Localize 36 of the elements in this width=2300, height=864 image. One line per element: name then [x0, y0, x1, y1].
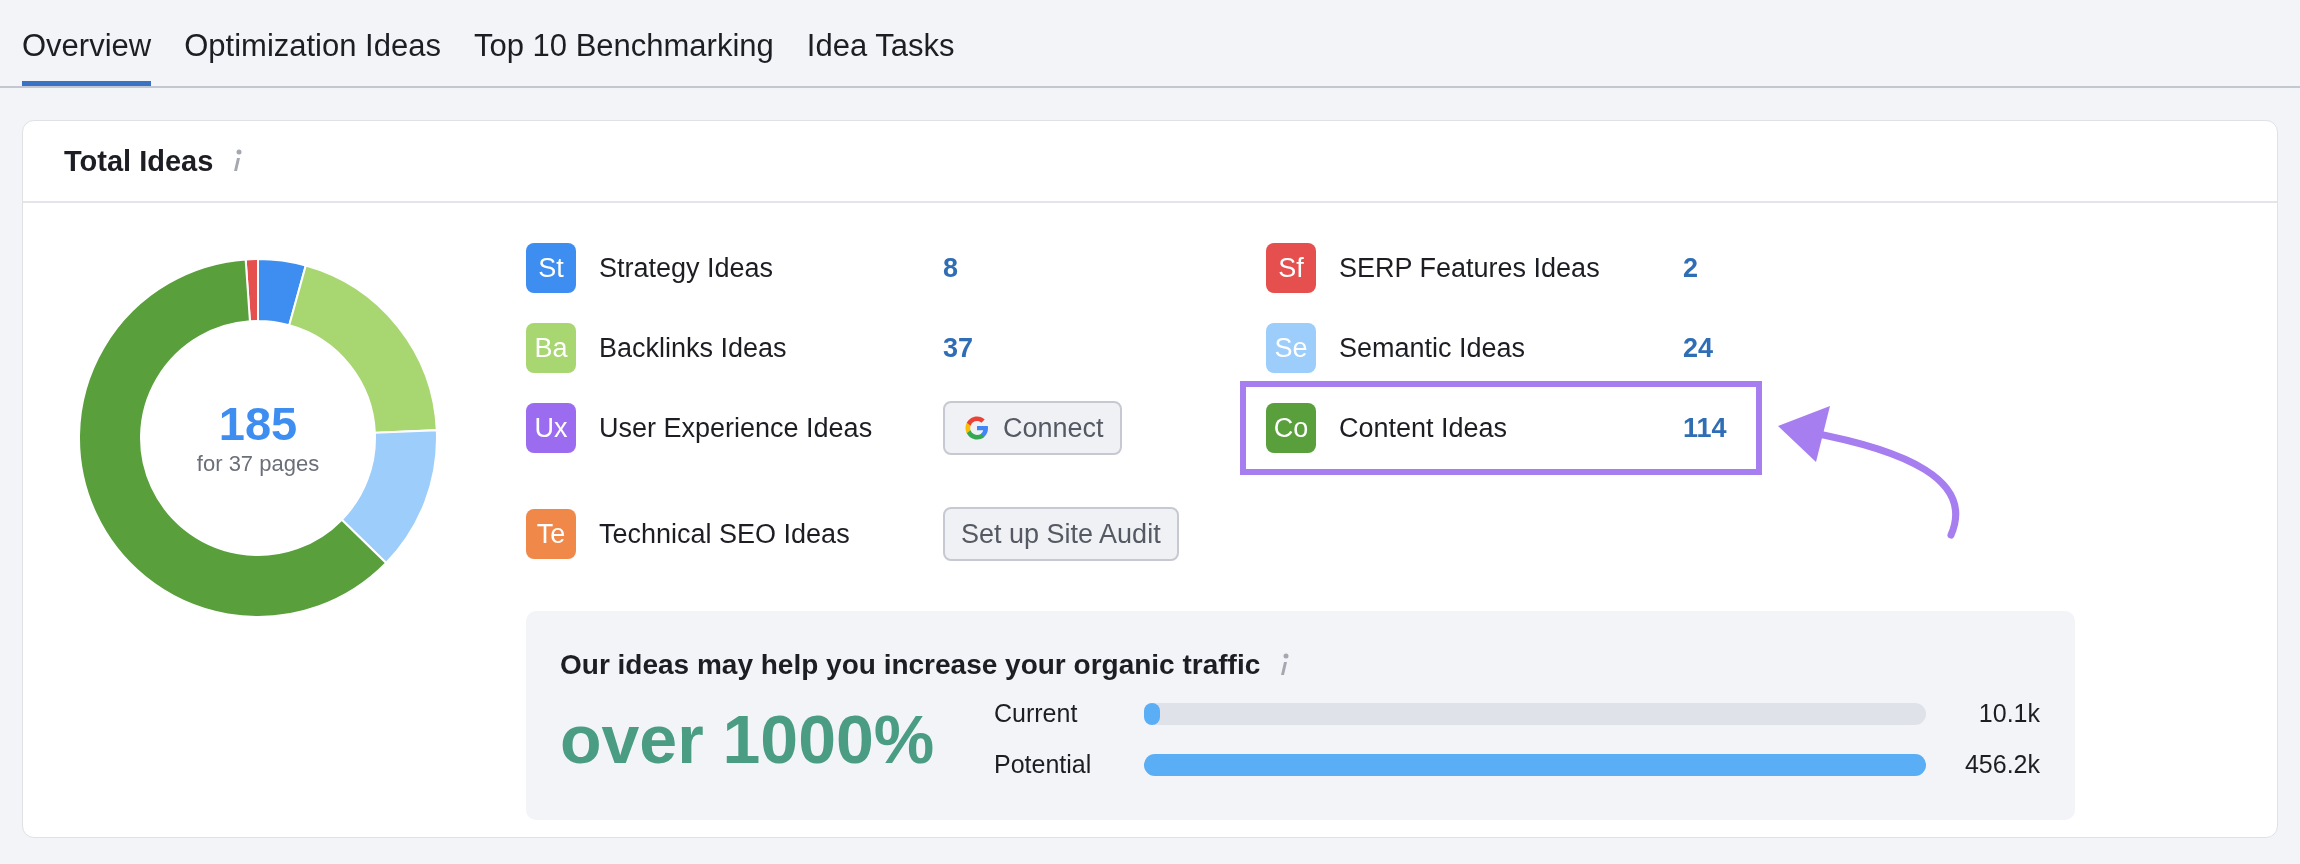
- idea-label[interactable]: Content Ideas: [1339, 412, 1683, 444]
- idea-count[interactable]: 2: [1683, 252, 1699, 284]
- idea-count[interactable]: 24: [1683, 332, 1714, 364]
- card-title: Total Ideas: [64, 144, 214, 178]
- idea-label[interactable]: SERP Features Ideas: [1339, 252, 1683, 284]
- idea-badge: Co: [1266, 403, 1316, 453]
- idea-label[interactable]: User Experience Ideas: [599, 412, 943, 444]
- idea-count[interactable]: 8: [943, 252, 959, 284]
- traffic-title: Our ideas may help you increase your organic traffic: [560, 649, 1261, 681]
- idea-count[interactable]: 37: [943, 332, 974, 364]
- tab[interactable]: Idea Tasks: [806, 0, 955, 86]
- bar-reading: 10.1k: [1977, 699, 2040, 728]
- idea-label[interactable]: Strategy Ideas: [599, 252, 943, 284]
- tab[interactable]: Overview: [22, 0, 152, 86]
- info-icon: [1278, 653, 1291, 677]
- tab[interactable]: Top 10 Benchmarking: [473, 0, 774, 86]
- idea-badge: Se: [1266, 323, 1316, 373]
- connect-button[interactable]: Connect: [943, 401, 1122, 455]
- setup-button[interactable]: Set up Site Audit: [943, 507, 1179, 561]
- idea-badge: Ba: [526, 323, 576, 373]
- bar-label: Current: [994, 699, 1079, 728]
- total-caption: for 37 pages: [196, 450, 320, 477]
- info-icon: [231, 149, 244, 173]
- idea-label[interactable]: Technical SEO Ideas: [599, 518, 943, 550]
- tab[interactable]: Optimization Ideas: [184, 0, 441, 86]
- idea-badge: St: [526, 243, 576, 293]
- idea-badge: Sf: [1266, 243, 1316, 293]
- idea-badge: Te: [526, 509, 576, 559]
- idea-count[interactable]: 114: [1683, 412, 1727, 444]
- bar-label: Potential: [994, 750, 1093, 779]
- growth-headline: over 1000%: [560, 700, 936, 778]
- idea-label[interactable]: Semantic Ideas: [1339, 332, 1683, 364]
- idea-badge: Ux: [526, 403, 576, 453]
- total-count: 185: [218, 399, 298, 447]
- bar-reading: 456.2k: [1963, 750, 2040, 779]
- idea-label[interactable]: Backlinks Ideas: [599, 332, 943, 364]
